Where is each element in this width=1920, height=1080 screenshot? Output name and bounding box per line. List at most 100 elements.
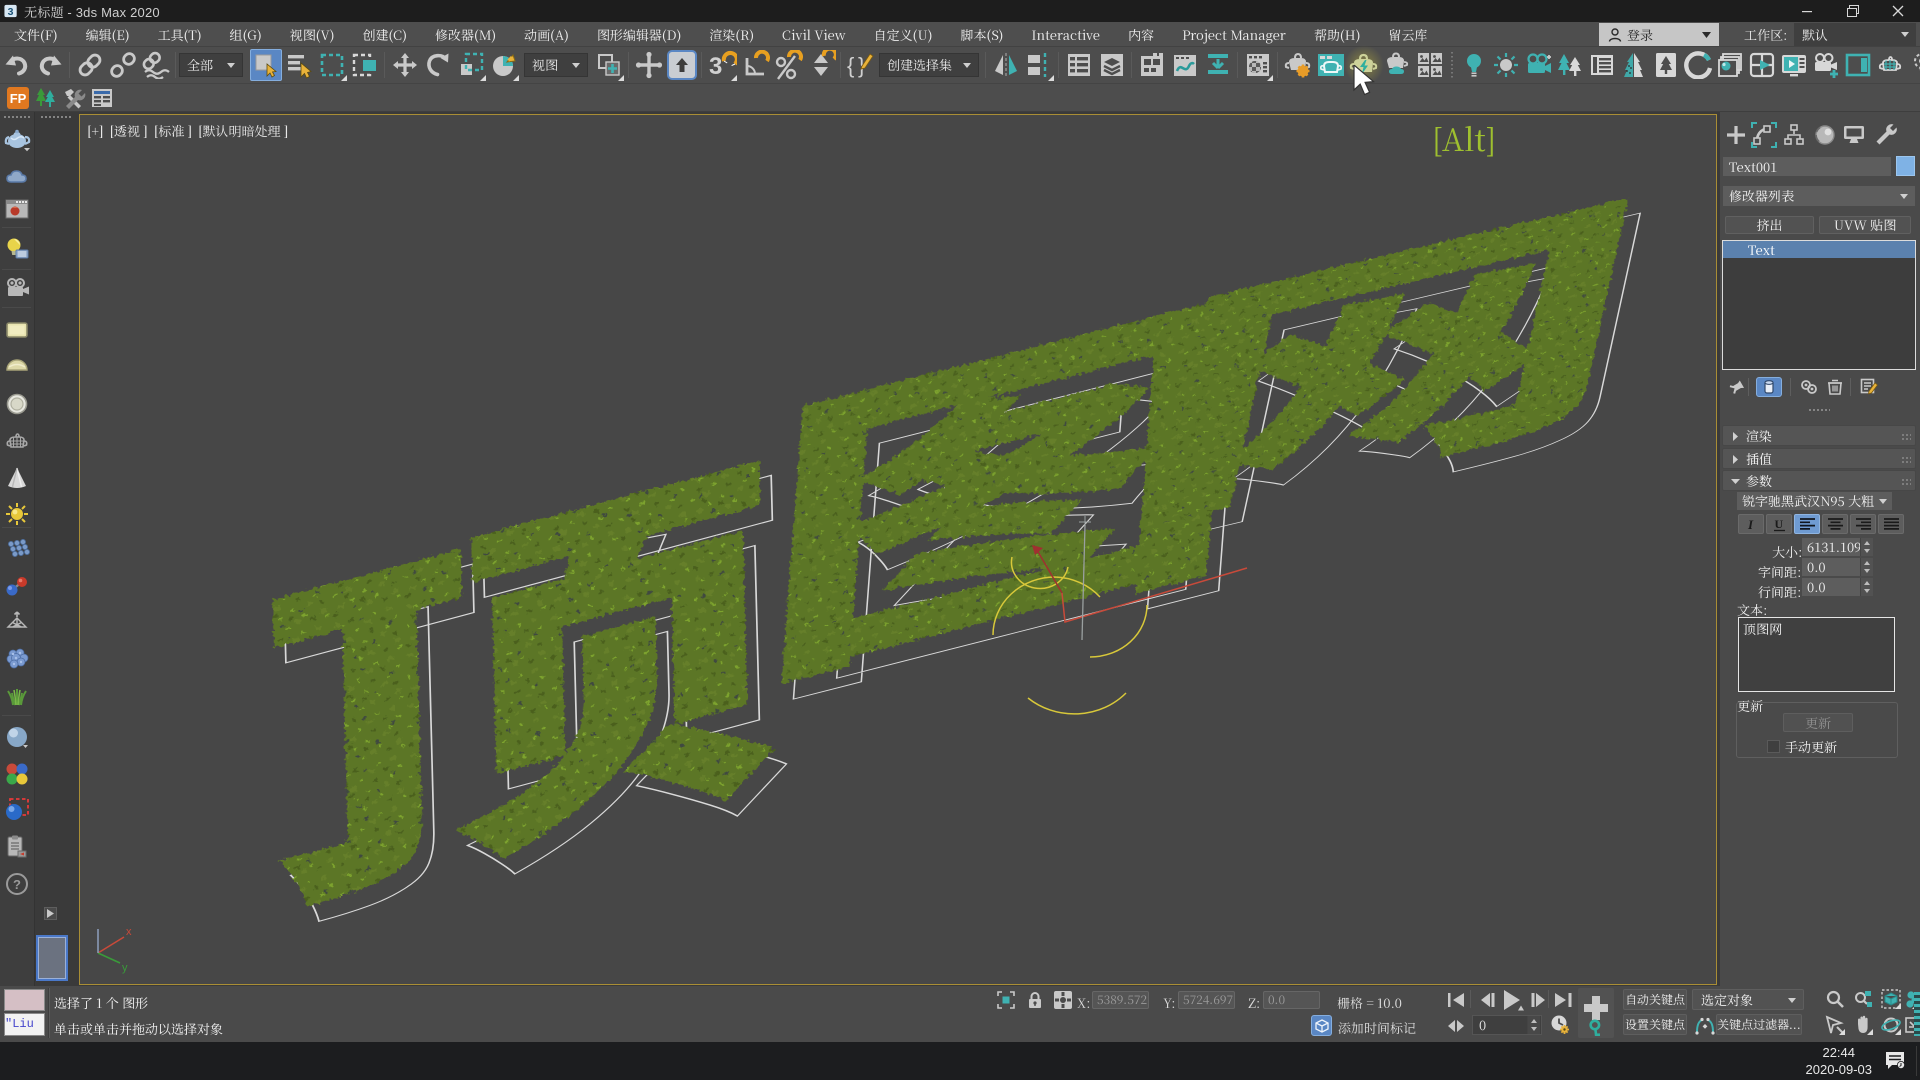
forest-lister-button[interactable] (1554, 48, 1586, 82)
auto-key-button[interactable]: 自动关键点 (1623, 989, 1687, 1010)
menu-interactive[interactable]: Interactive (1017, 22, 1114, 47)
render-setup-button[interactable] (1281, 48, 1314, 82)
batch-tool-button[interactable] (1746, 48, 1778, 82)
mirror-button[interactable] (989, 48, 1022, 82)
particle-array-button[interactable] (3, 536, 31, 564)
menu-civil-view[interactable]: Civil View (768, 22, 860, 47)
rollout-rendering[interactable]: 渲染 (1722, 425, 1916, 446)
tab-motion[interactable] (1810, 121, 1838, 149)
time-configuration-button[interactable] (1549, 1014, 1571, 1036)
forest-tools-button[interactable] (1618, 48, 1650, 82)
toolbar-overflow-arrow[interactable] (44, 907, 57, 920)
menu-customize[interactable]: 自定义(U) (860, 22, 947, 47)
curve-editor-button[interactable] (1168, 48, 1201, 82)
light-lister-tool-button[interactable] (3, 235, 31, 263)
field-of-view-button[interactable] (1824, 1014, 1846, 1036)
dome-primitive-button[interactable] (3, 350, 31, 378)
selection-lock-region-icon[interactable] (995, 989, 1017, 1011)
menu-animation[interactable]: 动画(A) (510, 22, 583, 47)
render-window-button[interactable] (3, 195, 31, 223)
menu-edit[interactable]: 编辑(E) (72, 22, 144, 47)
forest-trees-button[interactable] (32, 85, 60, 111)
reference-coordinate-system-dropdown[interactable]: 视图 (524, 53, 588, 77)
color-spheres-button[interactable] (3, 760, 31, 788)
taskbar-clock[interactable]: 22:44 2020-09-03 (1806, 1044, 1873, 1078)
kerning-spinner[interactable] (1860, 558, 1873, 576)
edit-named-selection-sets-button[interactable]: {} (844, 48, 877, 82)
key-filters-button[interactable]: 关键点过滤器... (1716, 1014, 1802, 1035)
panel-resize-grip[interactable] (1808, 408, 1830, 412)
maximize-button[interactable] (1830, 0, 1875, 22)
disc-primitive-button[interactable] (3, 390, 31, 418)
align-left-button[interactable] (1794, 514, 1820, 534)
play-animation-button[interactable] (1498, 987, 1526, 1013)
sun-positioner-button[interactable] (1490, 48, 1522, 82)
cloud-button[interactable] (3, 162, 31, 190)
vray-teapot-button[interactable] (3, 124, 31, 152)
tab-create[interactable] (1722, 121, 1750, 149)
notification-icon[interactable] (1884, 1050, 1906, 1072)
manual-update-row[interactable]: 手动更新 (1767, 737, 1837, 756)
absolute-relative-transform-toggle[interactable] (1052, 989, 1074, 1011)
camera-lister-tool-button[interactable] (3, 274, 31, 302)
hydrangea-button[interactable] (3, 644, 31, 672)
menu-liuyunku[interactable]: 留云库 (1374, 22, 1441, 47)
x-coordinate-field[interactable]: 5389.572 (1092, 991, 1149, 1009)
pan-view-button[interactable] (1852, 1014, 1874, 1036)
isolate-selection-toggle[interactable] (1311, 1015, 1332, 1036)
tab-display[interactable] (1840, 121, 1868, 149)
viewport-menu-pov[interactable]: [透视 ] (109, 121, 147, 140)
show-desktop-button[interactable] (1916, 1046, 1920, 1076)
menu-file[interactable]: 文件(F) (0, 22, 72, 47)
substance-button[interactable] (1682, 48, 1714, 82)
rectangular-selection-region-button[interactable] (315, 48, 348, 82)
zoom-button[interactable] (1824, 988, 1846, 1010)
maxscript-mini-listener-pink[interactable] (4, 989, 45, 1011)
toolbar-grip[interactable] (40, 115, 72, 119)
align-button[interactable] (1022, 48, 1055, 82)
underline-button[interactable]: U (1766, 514, 1792, 534)
clipboard-button[interactable] (3, 833, 31, 861)
menu-scripting[interactable]: 脚本(S) (946, 22, 1017, 47)
toggle-ribbon-button[interactable] (1135, 48, 1168, 82)
frame-spinner[interactable] (1527, 1016, 1540, 1034)
rollout-parameters[interactable]: 参数 (1722, 470, 1916, 491)
molecule-button[interactable] (3, 572, 31, 600)
sun-light-button[interactable] (3, 500, 31, 528)
schematic-view-button[interactable] (1201, 48, 1234, 82)
menu-tools[interactable]: 工具(T) (144, 22, 216, 47)
select-and-place-button[interactable] (487, 48, 520, 82)
select-and-rotate-button[interactable] (421, 48, 454, 82)
color-swatch-tool[interactable] (36, 935, 68, 981)
redo-button[interactable] (33, 48, 66, 82)
teapot-wire-tool-button[interactable] (3, 428, 31, 456)
camera-plus-button[interactable] (1810, 48, 1842, 82)
menu-graph-editors[interactable]: 图形编辑器(D) (583, 22, 695, 47)
select-object-button[interactable] (249, 48, 282, 82)
viewport-label[interactable]: [+] [透视 ] [标准 ] [默认明暗处理 ] (87, 121, 288, 140)
rendered-frame-window-button[interactable] (1314, 48, 1347, 82)
select-and-manipulate-button[interactable] (632, 48, 665, 82)
go-to-end-button[interactable] (1552, 989, 1574, 1011)
viewport-layout-tabs-strip[interactable] (1914, 992, 1920, 1036)
select-by-name-button[interactable] (282, 48, 315, 82)
window-crossing-button[interactable] (348, 48, 381, 82)
object-name-field[interactable]: Text001 (1723, 157, 1891, 176)
toolbar-grip[interactable] (3, 115, 31, 119)
keyboard-shortcut-override-toggle[interactable] (665, 48, 698, 82)
previous-frame-button[interactable] (1476, 989, 1498, 1011)
toggle-scene-explorer-button[interactable] (1062, 48, 1095, 82)
align-center-button[interactable] (1822, 514, 1848, 534)
set-key-button[interactable]: 设置关键点 (1623, 1014, 1687, 1035)
pin-stack-button[interactable] (1726, 377, 1748, 397)
viewport[interactable]: 顶 图 网 顶 图 网 x y (79, 114, 1717, 985)
extrude-button[interactable]: 挤出 (1725, 216, 1814, 234)
manual-update-checkbox[interactable] (1767, 740, 1780, 753)
modifier-stack-item-text[interactable]: Text (1723, 241, 1915, 258)
z-coordinate-field[interactable]: 0.0 (1263, 991, 1320, 1009)
select-and-link-button[interactable] (73, 48, 106, 82)
use-pivot-point-center-button[interactable] (592, 48, 625, 82)
key-filters-icon[interactable] (1694, 1015, 1716, 1037)
menu-modifiers[interactable]: 修改器(M) (421, 22, 510, 47)
minimize-button[interactable] (1785, 0, 1830, 22)
